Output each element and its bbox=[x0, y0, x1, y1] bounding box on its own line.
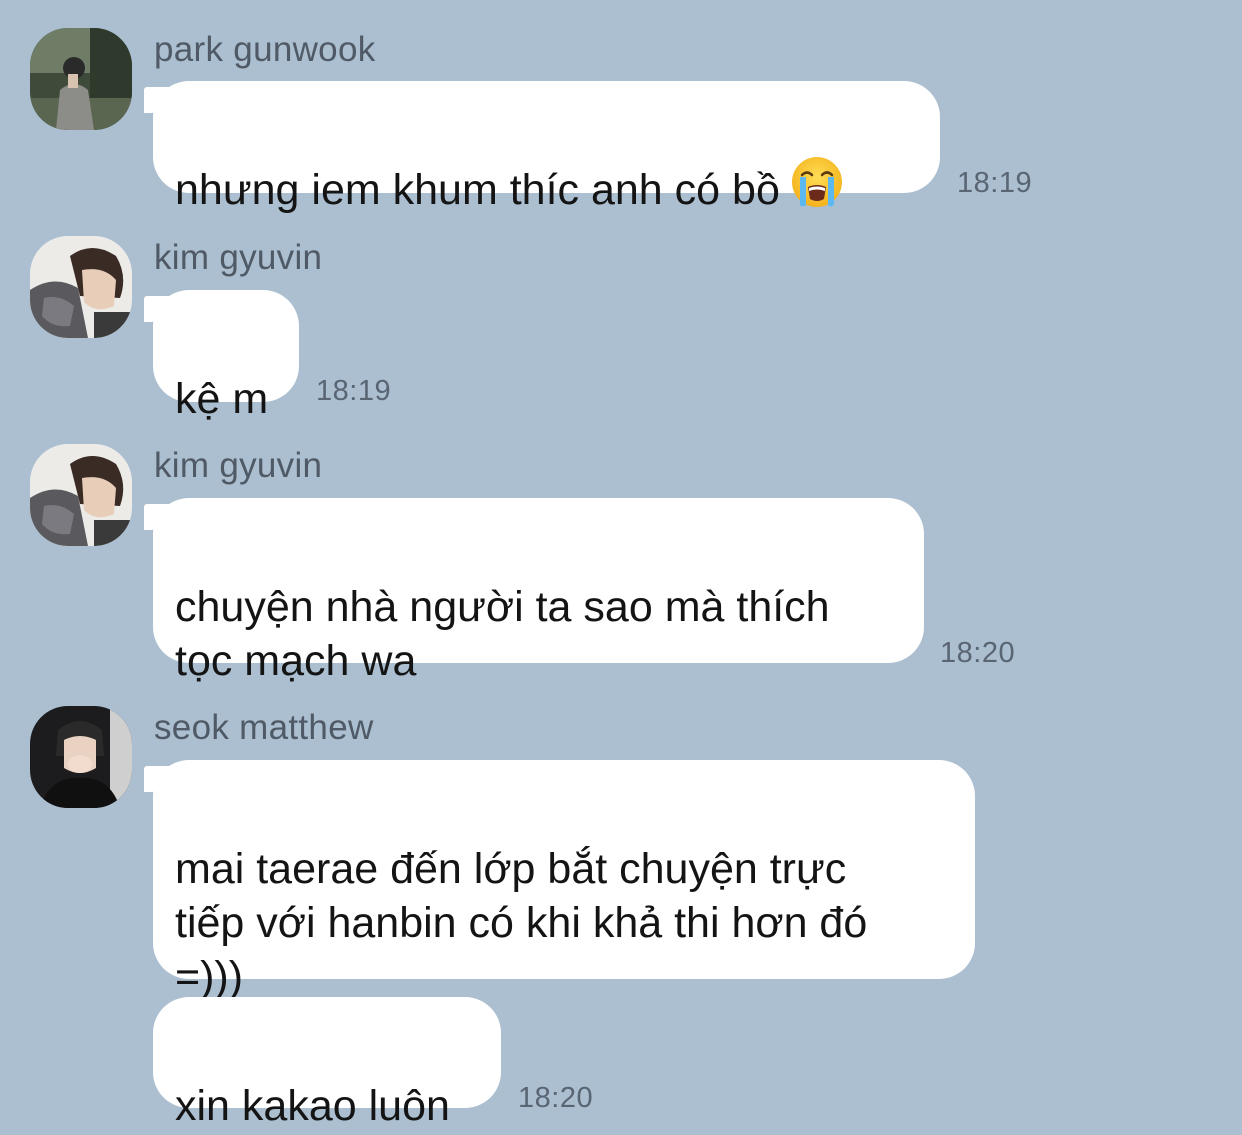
avatar-kim-gyuvin[interactable] bbox=[30, 236, 132, 338]
message-text: nhưng iem khum thíc anh có bồ bbox=[175, 166, 780, 214]
message-text: xin kakao luôn bbox=[175, 1082, 450, 1130]
profile-photo-icon bbox=[30, 444, 132, 546]
message-bubble[interactable]: nhưng iem khum thíc anh có bồ bbox=[144, 81, 940, 214]
loudly-crying-face-icon bbox=[790, 155, 844, 222]
profile-photo-icon bbox=[30, 236, 132, 338]
avatar-park-gunwook[interactable] bbox=[30, 28, 132, 130]
avatar-kim-gyuvin[interactable] bbox=[30, 444, 132, 546]
message-time: 18:20 bbox=[518, 1082, 594, 1114]
message-bubble[interactable]: xin kakao luôn bbox=[153, 997, 501, 1130]
profile-photo-icon bbox=[30, 28, 132, 130]
avatar-seok-matthew[interactable] bbox=[30, 706, 132, 808]
sender-name: kim gyuvin bbox=[154, 446, 323, 485]
sender-name: park gunwook bbox=[154, 30, 376, 69]
message-text: kệ m bbox=[175, 375, 269, 423]
message-time: 18:19 bbox=[957, 167, 1033, 199]
message-text: chuyện nhà người ta sao mà thích tọc mạc… bbox=[175, 583, 830, 685]
message-text: mai taerae đến lớp bắt chuyện trực tiếp … bbox=[175, 845, 868, 1001]
sender-name: kim gyuvin bbox=[154, 238, 323, 277]
message-time: 18:20 bbox=[940, 637, 1016, 669]
message-time: 18:19 bbox=[316, 375, 392, 407]
message-bubble[interactable]: chuyện nhà người ta sao mà thích tọc mạc… bbox=[144, 498, 924, 685]
message-bubble[interactable]: mai taerae đến lớp bắt chuyện trực tiếp … bbox=[144, 760, 975, 1001]
message-bubble[interactable]: kệ m bbox=[144, 290, 299, 423]
profile-photo-icon bbox=[30, 706, 132, 808]
sender-name: seok matthew bbox=[154, 708, 374, 747]
